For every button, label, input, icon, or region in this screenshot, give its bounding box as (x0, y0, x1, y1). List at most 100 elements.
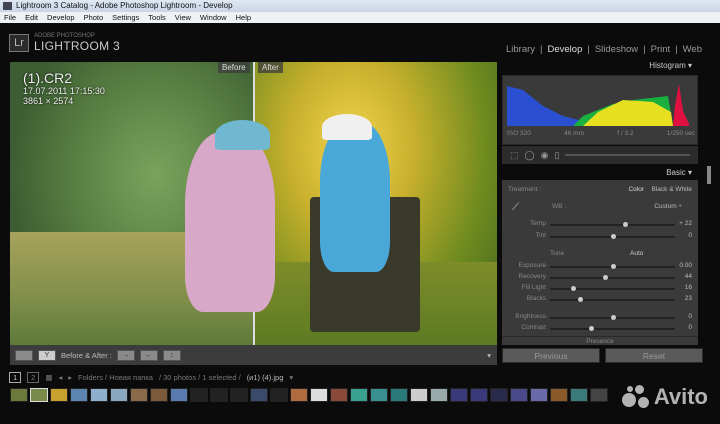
spot-removal-icon[interactable]: ◯ (525, 150, 535, 161)
before-after-view-button[interactable]: Y (38, 349, 56, 361)
module-library[interactable]: Library (506, 44, 535, 55)
slider-track[interactable] (550, 326, 675, 331)
auto-tone-button[interactable]: Auto (630, 250, 643, 257)
folder-path[interactable]: Folders / Новая папка (78, 373, 153, 382)
slider-knob[interactable] (610, 264, 616, 269)
menu-photo[interactable]: Photo (84, 12, 104, 23)
file-dropdown-icon[interactable]: ▾ (289, 373, 293, 382)
slider-knob[interactable] (578, 297, 583, 302)
menu-window[interactable]: Window (200, 12, 227, 23)
filmstrip-thumbnail[interactable] (30, 388, 48, 402)
filmstrip-thumbnail[interactable] (590, 388, 608, 402)
slider-value[interactable]: + 22 (679, 220, 692, 227)
selected-file[interactable]: (и1) (4).jpg (247, 373, 284, 382)
slider-value[interactable]: 0 (688, 313, 692, 320)
toolbar-menu-icon[interactable]: ▾ (487, 351, 491, 360)
filmstrip-thumbnail[interactable] (530, 388, 548, 402)
filmstrip-thumbnail[interactable] (250, 388, 268, 402)
slider-value[interactable]: 0 (688, 232, 692, 239)
page-2-button[interactable]: 2 (27, 371, 40, 383)
filmstrip-thumbnail[interactable] (210, 388, 228, 402)
filmstrip-thumbnail[interactable] (510, 388, 528, 402)
slider-track[interactable] (550, 264, 675, 269)
filmstrip-thumbnail[interactable] (390, 388, 408, 402)
histogram-header[interactable]: Histogram ▾ (502, 60, 698, 72)
filmstrip-thumbnail[interactable] (130, 388, 148, 402)
filmstrip-thumbnail[interactable] (330, 388, 348, 402)
slider-track[interactable] (550, 315, 675, 320)
slider-value[interactable]: 44 (685, 273, 692, 280)
filmstrip-thumbnail[interactable] (70, 388, 88, 402)
slider-value[interactable]: 0.00 (679, 262, 692, 269)
brush-slider[interactable] (565, 154, 690, 156)
loupe-view-button[interactable] (15, 349, 33, 361)
module-print[interactable]: Print (651, 44, 671, 55)
filmstrip-thumbnail[interactable] (430, 388, 448, 402)
menu-view[interactable]: View (175, 12, 191, 23)
presence-section[interactable]: Presence (502, 336, 698, 345)
slider-knob[interactable] (610, 234, 616, 239)
filmstrip-thumbnail[interactable] (170, 388, 188, 402)
wb-select[interactable]: Custom ÷ (654, 203, 682, 210)
filmstrip-thumbnail[interactable] (370, 388, 388, 402)
slider-track[interactable] (550, 222, 675, 227)
treatment-bw[interactable]: Black & White (652, 186, 692, 193)
slider-track[interactable] (550, 275, 675, 280)
photo-view[interactable]: Before After (1).CR2 17.07.2011 17:15:30… (10, 62, 497, 345)
filmstrip-thumbnail[interactable] (230, 388, 248, 402)
copy-after-to-before-button[interactable]: ← (139, 349, 158, 361)
graduated-filter-icon[interactable]: ▯ (554, 150, 559, 161)
back-icon[interactable]: ◂ (58, 373, 62, 382)
slider-knob[interactable] (610, 315, 616, 320)
menu-tools[interactable]: Tools (148, 12, 166, 23)
filmstrip-thumbnail[interactable] (410, 388, 428, 402)
slider-track[interactable] (550, 234, 675, 239)
slider-track[interactable] (550, 297, 675, 302)
menu-help[interactable]: Help (236, 12, 251, 23)
slider-value[interactable]: 0 (688, 324, 692, 331)
slider-value[interactable]: 23 (685, 295, 692, 302)
eyedropper-icon[interactable]: ⟋ (512, 202, 519, 213)
menu-develop[interactable]: Develop (47, 12, 75, 23)
filmstrip-thumbnail[interactable] (90, 388, 108, 402)
page-1-button[interactable]: 1 (9, 371, 22, 383)
swap-button[interactable]: ↕ (162, 349, 181, 361)
forward-icon[interactable]: ▸ (68, 373, 72, 382)
basic-header[interactable]: Basic ▾ (502, 167, 698, 179)
filmstrip-thumbnail[interactable] (450, 388, 468, 402)
filmstrip-thumbnail[interactable] (10, 388, 28, 402)
filmstrip-thumbnail[interactable] (550, 388, 568, 402)
menu-settings[interactable]: Settings (112, 12, 139, 23)
filmstrip-thumbnail[interactable] (50, 388, 68, 402)
filmstrip-thumbnail[interactable] (270, 388, 288, 402)
menu-file[interactable]: File (4, 12, 16, 23)
filmstrip-thumbnail[interactable] (290, 388, 308, 402)
filmstrip-thumbnail[interactable] (310, 388, 328, 402)
reset-button[interactable]: Reset (605, 348, 703, 363)
filmstrip-thumbnail[interactable] (570, 388, 588, 402)
slider-knob[interactable] (589, 326, 595, 331)
module-slideshow[interactable]: Slideshow (595, 44, 638, 55)
module-web[interactable]: Web (683, 44, 702, 55)
previous-button[interactable]: Previous (502, 348, 600, 363)
photo-dimensions: 3861 × 2574 (23, 96, 74, 106)
treatment-color[interactable]: Color (628, 186, 644, 193)
filmstrip-thumbnail[interactable] (490, 388, 508, 402)
filmstrip-thumbnail[interactable] (350, 388, 368, 402)
module-develop[interactable]: Develop (548, 44, 583, 55)
menu-edit[interactable]: Edit (25, 12, 38, 23)
slider-track[interactable] (550, 286, 675, 291)
panel-scrollbar[interactable] (707, 166, 711, 184)
red-eye-icon[interactable]: ◉ (541, 150, 549, 161)
filmstrip-thumbnail[interactable] (150, 388, 168, 402)
filmstrip-thumbnail[interactable] (110, 388, 128, 402)
slider-knob[interactable] (570, 286, 576, 291)
slider-knob[interactable] (623, 222, 628, 227)
copy-before-to-after-button[interactable]: → (116, 349, 135, 361)
filmstrip-thumbnail[interactable] (470, 388, 488, 402)
slider-knob[interactable] (603, 275, 608, 280)
crop-icon[interactable]: ⬚ (510, 150, 519, 161)
slider-value[interactable]: 16 (685, 284, 692, 291)
filmstrip-thumbnail[interactable] (190, 388, 208, 402)
grid-icon[interactable]: ▦ (45, 373, 52, 382)
